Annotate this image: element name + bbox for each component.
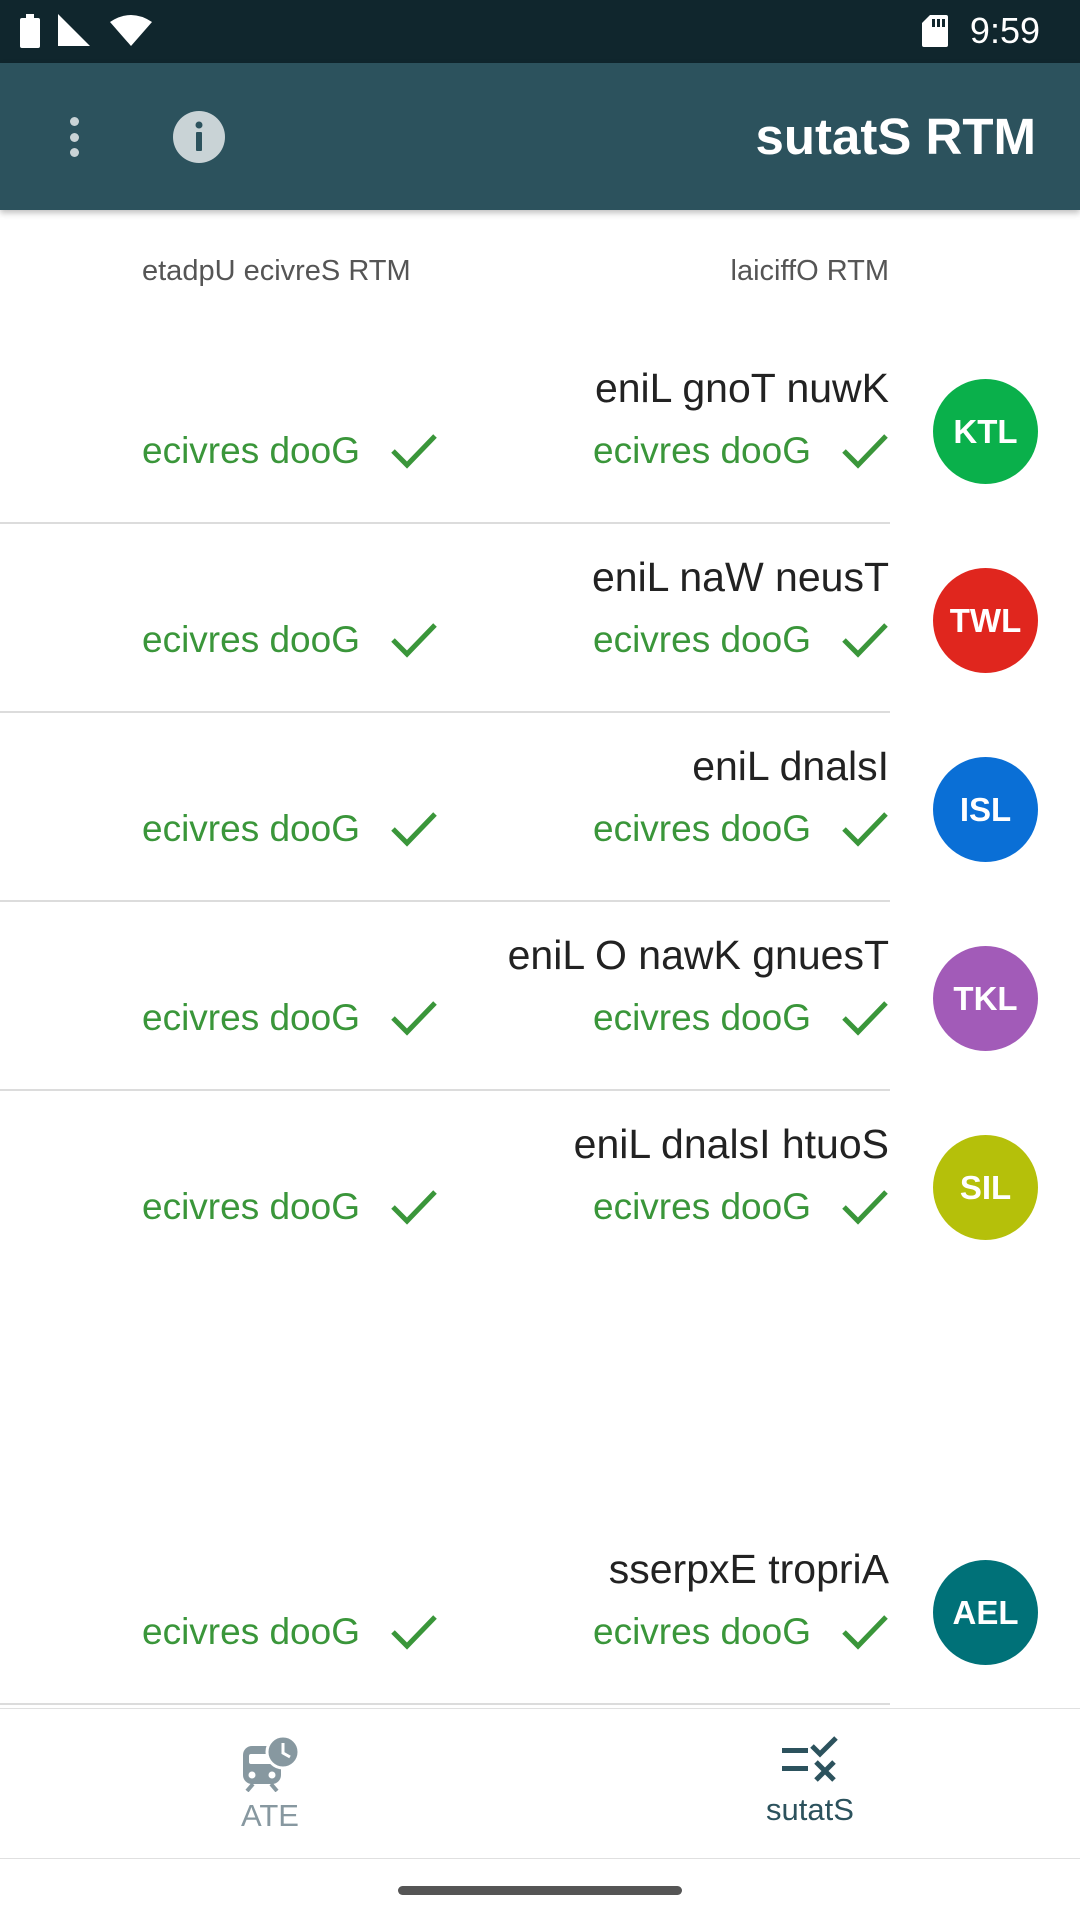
service-update-status: ecivres dooG xyxy=(142,997,438,1039)
overflow-dot xyxy=(69,117,79,126)
line-name: eniL gnoT nuwK xyxy=(594,365,889,411)
status-text: ecivres dooG xyxy=(593,1611,811,1652)
line-badge: ISL xyxy=(933,757,1038,862)
line-name: eniL dnalsI htuoS xyxy=(573,1121,889,1167)
status-text: ecivres dooG xyxy=(593,997,811,1038)
line-row-sil[interactable]: eniL dnalsI htuoS ecivres dooG ecivres d… xyxy=(0,1091,1080,1280)
line-badge: TKL xyxy=(933,946,1038,1051)
official-column-header: laiciffO RTM xyxy=(730,255,889,287)
status-text: ecivres dooG xyxy=(142,1611,360,1652)
line-badge: AEL xyxy=(933,1560,1038,1665)
status-icons-left xyxy=(20,14,152,48)
checkmark-icon xyxy=(391,1615,437,1650)
checkmark-icon xyxy=(391,1190,437,1225)
checkmark-icon xyxy=(842,1001,888,1036)
wifi-icon xyxy=(110,15,152,46)
checkmark-icon xyxy=(391,623,437,658)
home-gesture-bar[interactable] xyxy=(398,1886,682,1895)
train-clock-icon xyxy=(243,1734,301,1792)
status-text: ecivres dooG xyxy=(142,430,360,471)
service-update-status: ecivres dooG xyxy=(142,1611,438,1653)
more-options-button[interactable] xyxy=(52,111,96,163)
system-navigation-area xyxy=(0,1858,1080,1920)
battery-icon xyxy=(20,14,40,48)
checkmark-icon xyxy=(842,1615,888,1650)
line-row-isl[interactable]: eniL dnalsI ecivres dooG ecivres dooG IS… xyxy=(0,713,1080,902)
sd-card-icon xyxy=(921,15,948,47)
clock: 9:59 xyxy=(969,10,1040,51)
app-bar: sutatS RTM xyxy=(0,63,1080,210)
checkmark-icon xyxy=(842,1190,888,1225)
line-row-tkl[interactable]: eniL O nawK gnuesT ecivres dooG ecivres … xyxy=(0,902,1080,1091)
divider xyxy=(0,1703,890,1705)
line-name: eniL dnalsI xyxy=(692,743,889,789)
tab-status[interactable]: sutatS xyxy=(710,1734,910,1828)
official-status: ecivres dooG xyxy=(593,808,889,850)
service-update-status: ecivres dooG xyxy=(142,1186,438,1228)
overflow-dot xyxy=(69,148,79,157)
line-row-ktl[interactable]: eniL gnoT nuwK ecivres dooG ecivres dooG… xyxy=(0,335,1080,524)
column-headers: etadpU ecivreS RTM laiciffO RTM xyxy=(0,255,1080,295)
status-text: ecivres dooG xyxy=(142,1186,360,1227)
status-text: ecivres dooG xyxy=(142,808,360,849)
service-update-status: ecivres dooG xyxy=(142,430,438,472)
signal-icon xyxy=(58,14,90,46)
line-name: eniL naW neusT xyxy=(591,554,889,600)
line-badge: KTL xyxy=(933,379,1038,484)
status-text: ecivres dooG xyxy=(593,1186,811,1227)
info-icon[interactable] xyxy=(172,110,226,164)
line-name: eniL O nawK gnuesT xyxy=(507,932,889,978)
line-row-twl[interactable]: eniL naW neusT ecivres dooG ecivres dooG… xyxy=(0,524,1080,713)
checkmark-icon xyxy=(842,812,888,847)
checkmark-icon xyxy=(391,1001,437,1036)
checkmark-icon xyxy=(391,812,437,847)
line-badge: TWL xyxy=(933,568,1038,673)
checkmark-icon xyxy=(391,434,437,469)
official-status: ecivres dooG xyxy=(593,1611,889,1653)
line-badge: SIL xyxy=(933,1135,1038,1240)
bottom-navigation: ATE sutatS xyxy=(0,1708,1080,1858)
official-status: ecivres dooG xyxy=(593,619,889,661)
page-title: sutatS RTM xyxy=(755,108,1037,165)
service-update-status: ecivres dooG xyxy=(142,619,438,661)
status-text: ecivres dooG xyxy=(593,430,811,471)
checkmark-icon xyxy=(842,434,888,469)
tab-status-label: sutatS xyxy=(766,1792,854,1827)
service-update-column-header: etadpU ecivreS RTM xyxy=(142,255,411,287)
status-checklist-icon xyxy=(782,1736,838,1782)
tab-eta[interactable]: ATE xyxy=(170,1734,370,1834)
official-status: ecivres dooG xyxy=(593,430,889,472)
service-update-status: ecivres dooG xyxy=(142,808,438,850)
official-status: ecivres dooG xyxy=(593,997,889,1039)
status-text: ecivres dooG xyxy=(593,808,811,849)
checkmark-icon xyxy=(842,623,888,658)
status-icons-right: 9:59 xyxy=(921,10,1040,52)
status-bar: 9:59 xyxy=(0,0,1080,63)
line-row-ael[interactable]: sserpxE tropriA ecivres dooG ecivres doo… xyxy=(0,1516,1080,1705)
status-text: ecivres dooG xyxy=(593,619,811,660)
line-name: sserpxE tropriA xyxy=(608,1546,889,1592)
status-text: ecivres dooG xyxy=(142,619,360,660)
status-text: ecivres dooG xyxy=(142,997,360,1038)
tab-eta-label: ATE xyxy=(241,1798,299,1833)
official-status: ecivres dooG xyxy=(593,1186,889,1228)
overflow-dot xyxy=(69,132,79,142)
